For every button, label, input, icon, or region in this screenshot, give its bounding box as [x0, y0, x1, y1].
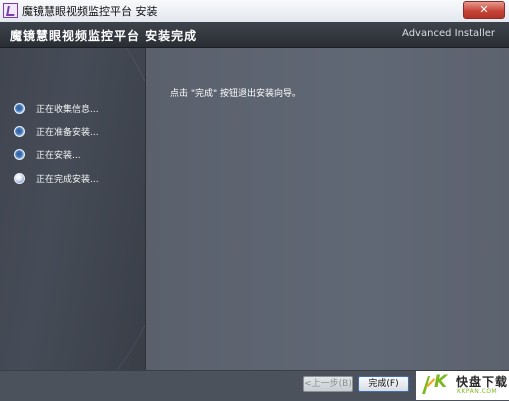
watermark-k: K [434, 372, 448, 392]
header-band: 魔镜慧眼视频监控平台 安装完成 Advanced Installer [0, 22, 509, 48]
step-item: 正在准备安装... [14, 125, 144, 141]
back-button[interactable]: <上一步(B) [303, 376, 353, 392]
app-icon [3, 3, 18, 18]
brand-label: Advanced Installer [402, 28, 495, 39]
step-label: 正在完成安装... [36, 175, 99, 185]
installer-window: 魔镜慧眼视频监控平台 安装 ✕ 魔镜慧眼视频监控平台 安装完成 Advanced… [0, 0, 509, 401]
page-title: 魔镜慧眼视频监控平台 安装完成 [10, 29, 198, 43]
step-item: 正在安装... [14, 148, 144, 164]
step-item: 正在完成安装... [14, 172, 144, 188]
finish-message: 点击 "完成" 按钮退出安装向导。 [170, 89, 302, 99]
watermark-subtext: KKPAN.COM [457, 388, 498, 395]
window-title: 魔镜慧眼视频监控平台 安装 [22, 5, 158, 18]
step-item: 正在收集信息... [14, 102, 144, 118]
title-bar[interactable]: 魔镜慧眼视频监控平台 安装 ✕ [0, 0, 509, 23]
step-label: 正在收集信息... [36, 105, 99, 115]
step-current-icon [14, 173, 25, 184]
steps-panel-decoration [0, 48, 145, 370]
step-done-icon [14, 126, 25, 137]
finish-button[interactable]: 完成(F) [358, 376, 409, 392]
step-done-icon [14, 149, 25, 160]
watermark-logo: K 快盘下载 KKPAN.COM [416, 371, 509, 400]
step-done-icon [14, 103, 25, 114]
step-label: 正在安装... [36, 151, 81, 161]
step-label: 正在准备安装... [36, 128, 99, 138]
close-button[interactable]: ✕ [463, 1, 505, 19]
